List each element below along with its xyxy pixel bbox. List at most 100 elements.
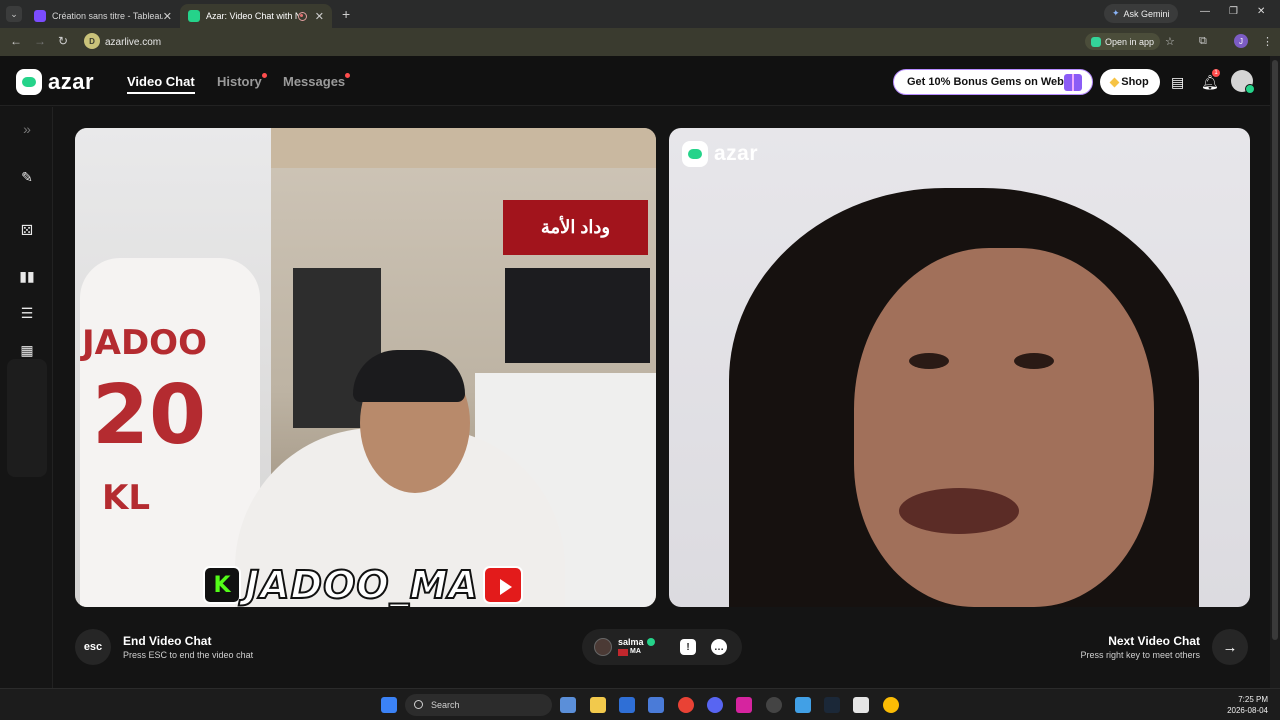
layout-grid-icon[interactable]: ▦ xyxy=(16,339,38,361)
peer-mouth-image xyxy=(899,488,1019,534)
ask-gemini-button[interactable]: ✦ Ask Gemini xyxy=(1104,4,1178,23)
browser-tab-bar: ⌄ Création sans titre - Tableau bla ✕ Az… xyxy=(0,0,1280,28)
self-video: JADOO 20 KL وداد الأمة K JADOO_MA xyxy=(75,128,656,607)
peer-avatar[interactable] xyxy=(594,638,612,656)
inbox-icon[interactable]: ▤ xyxy=(1171,74,1184,91)
end-chat-button[interactable]: esc xyxy=(75,629,111,665)
taskbar: Search 7:25 PM 2026-08-04 xyxy=(0,688,1280,720)
store-icon[interactable] xyxy=(648,697,664,713)
file-explorer-icon[interactable] xyxy=(590,697,606,713)
site-info-icon[interactable]: D xyxy=(84,33,100,49)
scarf-image: وداد الأمة xyxy=(503,200,648,255)
ask-gemini-label: Ask Gemini xyxy=(1123,8,1170,19)
window-close-icon[interactable]: ✕ xyxy=(1257,6,1265,17)
chat-bubble-icon[interactable]: … xyxy=(711,639,727,655)
logo-text: azar xyxy=(48,69,95,94)
next-chat-subtitle: Press right key to meet others xyxy=(1080,650,1200,660)
layout-side-by-side-icon[interactable]: ▮▮ xyxy=(16,265,38,287)
shop-label: Shop xyxy=(1121,76,1149,88)
beanie-image xyxy=(353,350,465,402)
url-field[interactable]: azarlive.com xyxy=(105,37,161,48)
tab-title: Création sans titre - Tableau bla xyxy=(52,11,163,21)
steam-icon[interactable] xyxy=(824,697,840,713)
taskbar-search[interactable]: Search xyxy=(405,694,552,716)
jersey-name-text: JADOO xyxy=(82,323,207,363)
user-avatar[interactable] xyxy=(1231,70,1255,94)
azar-watermark: azar xyxy=(682,141,758,167)
gemini-sparkle-icon: ✦ xyxy=(1112,8,1120,18)
tab-search-button[interactable]: ⌄ xyxy=(6,6,22,22)
expand-chevrons-icon[interactable]: » xyxy=(16,118,38,140)
peer-info-pill: salma MA ! … xyxy=(582,629,742,665)
extensions-icon[interactable]: ⧉ xyxy=(1199,35,1207,48)
room-ceiling xyxy=(271,128,656,168)
morocco-flag-icon xyxy=(618,649,628,656)
app-icon[interactable] xyxy=(853,697,869,713)
azar-logo-icon xyxy=(16,69,42,95)
open-in-app-button[interactable]: Open in app xyxy=(1085,33,1161,50)
azar-logo-icon xyxy=(682,141,708,167)
restore-icon[interactable]: ❐ xyxy=(1229,6,1238,17)
dice-icon[interactable]: ⚄ xyxy=(16,219,38,241)
messages-notification-dot xyxy=(345,73,350,78)
peer-video: azar xyxy=(669,128,1250,607)
photos-icon[interactable] xyxy=(795,697,811,713)
scrollbar-thumb[interactable] xyxy=(1272,60,1278,640)
report-icon[interactable]: ! xyxy=(680,639,696,655)
streamer-banner: K JADOO_MA xyxy=(203,562,523,607)
discord-icon[interactable] xyxy=(707,697,723,713)
layout-stacked-icon[interactable]: ☰ xyxy=(16,302,38,324)
peer-country: MA xyxy=(630,648,641,655)
jersey-sub-text: KL xyxy=(102,478,151,518)
close-tab-icon[interactable]: ✕ xyxy=(163,10,172,23)
browser-menu-icon[interactable]: ⋮ xyxy=(1262,35,1273,48)
end-chat-title: End Video Chat xyxy=(123,634,212,648)
youtube-icon xyxy=(482,566,523,604)
peer-face-image xyxy=(854,248,1154,607)
jersey-image: JADOO 20 KL xyxy=(80,258,260,607)
nav-history[interactable]: History xyxy=(217,74,262,89)
nav-video-chat[interactable]: Video Chat xyxy=(127,74,195,94)
history-notification-dot xyxy=(262,73,267,78)
instagram-icon[interactable] xyxy=(736,697,752,713)
next-chat-button[interactable]: → xyxy=(1212,629,1248,665)
bonus-gems-button[interactable]: Get 10% Bonus Gems on Web! xyxy=(893,69,1093,95)
browser-tab-2[interactable]: Azar: Video Chat with New ✕ xyxy=(180,4,332,28)
nav-messages[interactable]: Messages xyxy=(283,74,345,89)
github-icon[interactable] xyxy=(766,697,782,713)
taskbar-search-label: Search xyxy=(431,700,460,710)
close-tab-icon[interactable]: ✕ xyxy=(315,10,324,23)
peer-eye-left xyxy=(909,353,949,369)
watermark-text: azar xyxy=(714,142,759,165)
chrome-active-icon[interactable] xyxy=(883,697,899,713)
task-view-icon[interactable] xyxy=(560,697,576,713)
shop-button[interactable]: Shop xyxy=(1100,69,1160,95)
minimize-icon[interactable]: — xyxy=(1200,6,1210,17)
clock[interactable]: 7:25 PM 2026-08-04 xyxy=(1227,694,1268,716)
open-in-app-label: Open in app xyxy=(1105,36,1155,47)
bookmark-star-icon[interactable]: ☆ xyxy=(1165,35,1175,48)
windows-start-icon[interactable] xyxy=(381,697,397,713)
app-header: azar Video Chat History Messages Get 10%… xyxy=(0,56,1270,106)
chrome-icon[interactable] xyxy=(678,697,694,713)
end-chat-subtitle: Press ESC to end the video chat xyxy=(123,650,254,660)
banner-name: JADOO_MA xyxy=(244,562,479,607)
reload-icon[interactable]: ↻ xyxy=(58,34,68,48)
forward-icon[interactable]: → xyxy=(34,34,46,48)
gem-icon xyxy=(1109,77,1120,87)
browser-tab-1[interactable]: Création sans titre - Tableau bla ✕ xyxy=(26,4,180,28)
browser-profile-avatar[interactable]: J xyxy=(1234,34,1248,48)
peer-name: salma xyxy=(618,637,644,647)
azar-logo[interactable]: azar xyxy=(16,69,94,95)
bonus-gems-label: Get 10% Bonus Gems on Web! xyxy=(907,76,1068,88)
next-chat-title: Next Video Chat xyxy=(1108,634,1200,648)
verified-icon xyxy=(647,638,655,646)
jersey-number-text: 20 xyxy=(92,368,207,463)
mail-icon[interactable] xyxy=(619,697,635,713)
new-tab-button[interactable]: + xyxy=(342,6,350,22)
recording-icon xyxy=(297,11,307,21)
magic-wand-icon[interactable]: ✎ xyxy=(16,166,38,188)
back-icon[interactable]: ← xyxy=(10,34,22,48)
app-icon xyxy=(1091,36,1101,47)
notification-count-badge: 1 xyxy=(1212,69,1220,77)
